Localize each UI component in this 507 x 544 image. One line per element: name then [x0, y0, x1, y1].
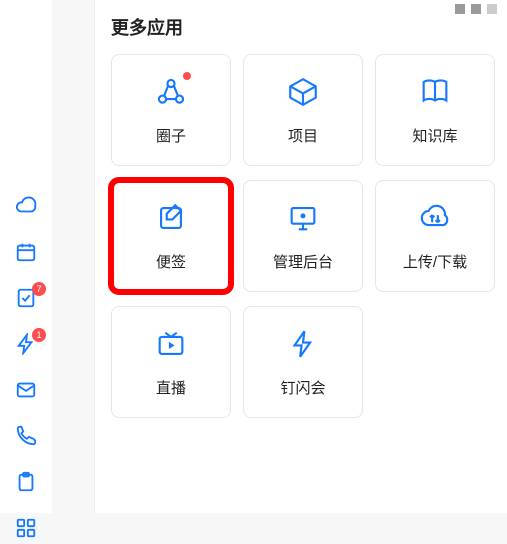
tile-label: 直播 [156, 377, 186, 398]
tile-knowledge[interactable]: 知识库 [375, 54, 495, 166]
tile-spark[interactable]: 钉闪会 [243, 306, 363, 418]
window-controls [455, 4, 497, 14]
cloud-icon [15, 195, 37, 222]
sidebar-item-docs[interactable]: 7 [14, 288, 38, 312]
tile-label: 管理后台 [273, 251, 333, 272]
sidebar-item-cloud[interactable] [14, 196, 38, 220]
apps-grid: 圈子 项目 知识库 便签 管理后台 [111, 54, 491, 418]
tile-project[interactable]: 项目 [243, 54, 363, 166]
updown-icon [418, 201, 452, 235]
tile-label: 圈子 [156, 125, 186, 146]
mail-icon [15, 379, 37, 406]
tile-label: 项目 [288, 125, 318, 146]
calendar-icon [15, 241, 37, 268]
phone-icon [15, 425, 37, 452]
sidebar-item-flash[interactable]: 1 [14, 334, 38, 358]
tile-label: 钉闪会 [280, 377, 325, 398]
notification-dot [183, 72, 191, 80]
more-icon [15, 517, 37, 544]
clip-icon [15, 471, 37, 498]
sidebar-item-calendar[interactable] [14, 242, 38, 266]
sidebar-item-phone[interactable] [14, 426, 38, 450]
live-icon [154, 327, 188, 361]
circle-icon [154, 75, 188, 109]
book-icon [418, 75, 452, 109]
tile-label: 上传/下载 [403, 251, 467, 272]
badge: 7 [32, 282, 46, 296]
sidebar-item-more[interactable] [14, 518, 38, 542]
badge: 1 [32, 328, 46, 342]
spark-icon [286, 327, 320, 361]
tile-updown[interactable]: 上传/下载 [375, 180, 495, 292]
tile-label: 知识库 [412, 125, 457, 146]
project-icon [286, 75, 320, 109]
tile-label: 便签 [156, 251, 186, 272]
note-icon [154, 201, 188, 235]
more-apps-panel: 更多应用 圈子 项目 知识库 便签 [94, 0, 507, 513]
tile-circle[interactable]: 圈子 [111, 54, 231, 166]
monitor-icon [286, 201, 320, 235]
panel-title: 更多应用 [111, 14, 491, 40]
tile-live[interactable]: 直播 [111, 306, 231, 418]
sidebar: 7 1 [0, 0, 52, 513]
tile-admin[interactable]: 管理后台 [243, 180, 363, 292]
sidebar-item-clip[interactable] [14, 472, 38, 496]
tile-note[interactable]: 便签 [111, 180, 231, 292]
sidebar-item-mail[interactable] [14, 380, 38, 404]
